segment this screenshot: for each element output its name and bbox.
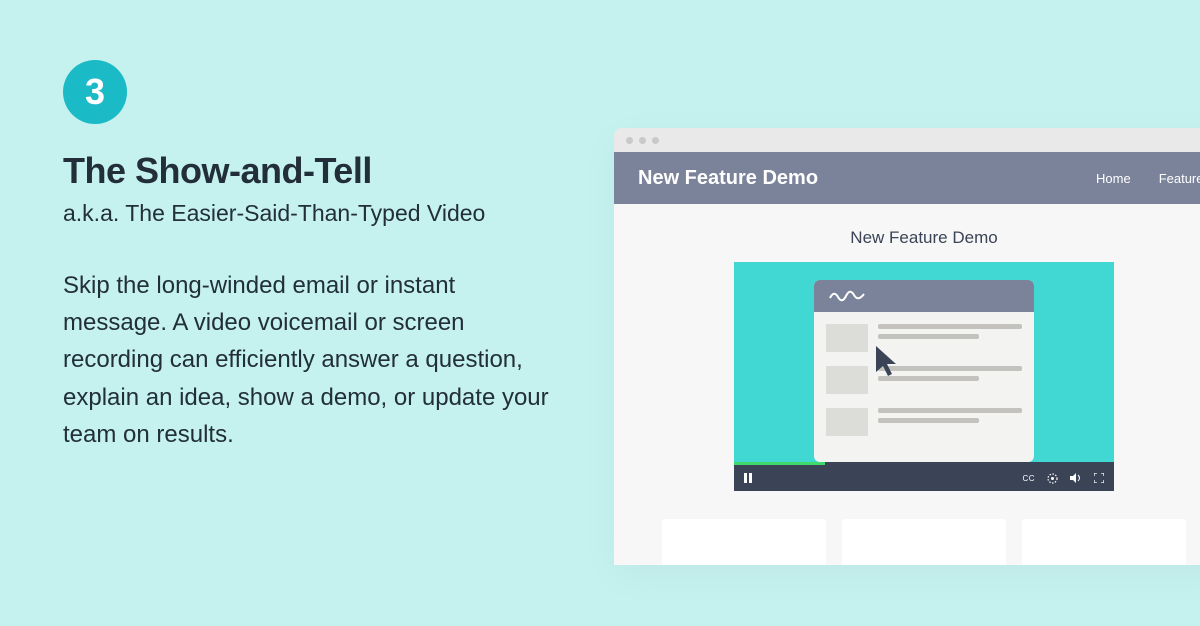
signature-squiggle-icon: [828, 288, 868, 304]
site-header: New Feature Demo Home Features: [614, 152, 1200, 204]
traffic-dot-red: [626, 137, 633, 144]
number-badge: 3: [63, 60, 127, 124]
browser-mockup: New Feature Demo Home Features New Featu…: [614, 128, 1200, 565]
cc-icon[interactable]: CC: [1022, 474, 1035, 483]
card-placeholder: [662, 519, 826, 565]
text-line: [878, 324, 1022, 329]
video-progress-fill: [734, 462, 825, 465]
list-item: [826, 324, 1022, 352]
video-controls: CC: [734, 465, 1114, 491]
text-line: [878, 334, 979, 339]
card-placeholder: [1022, 519, 1186, 565]
header-nav: Home Features: [1096, 171, 1200, 186]
volume-icon[interactable]: [1070, 473, 1082, 483]
page-heading: New Feature Demo: [850, 228, 997, 248]
text-lines: [878, 324, 1022, 339]
text-line: [878, 408, 1022, 413]
nav-home[interactable]: Home: [1096, 171, 1131, 186]
thumbnail-placeholder: [826, 366, 868, 394]
video-player[interactable]: CC: [734, 262, 1114, 491]
thumbnail-placeholder: [826, 324, 868, 352]
content-panel: 3 The Show-and-Tell a.k.a. The Easier-Sa…: [63, 60, 553, 453]
fullscreen-icon[interactable]: [1094, 473, 1104, 483]
header-title: New Feature Demo: [638, 167, 818, 190]
traffic-dot-green: [652, 137, 659, 144]
text-lines: [878, 408, 1022, 423]
browser-chrome: [614, 128, 1200, 152]
video-content-panel: [814, 280, 1034, 462]
pause-icon[interactable]: [744, 473, 752, 483]
nav-features[interactable]: Features: [1159, 171, 1200, 186]
card-placeholder: [842, 519, 1006, 565]
list-item: [826, 366, 1022, 394]
text-line: [878, 418, 979, 423]
traffic-dot-yellow: [639, 137, 646, 144]
section-title: The Show-and-Tell: [63, 150, 553, 192]
badge-number: 3: [85, 71, 105, 113]
page-body: New Feature Demo: [614, 204, 1200, 565]
cards-row: [662, 519, 1186, 565]
video-progress-bar[interactable]: [734, 462, 1114, 465]
thumbnail-placeholder: [826, 408, 868, 436]
panel-header: [814, 280, 1034, 312]
list-item: [826, 408, 1022, 436]
section-subtitle: a.k.a. The Easier-Said-Than-Typed Video: [63, 200, 553, 227]
settings-icon[interactable]: [1047, 473, 1058, 484]
cursor-icon: [874, 344, 904, 380]
section-body: Skip the long-winded email or instant me…: [63, 267, 553, 453]
panel-body: [814, 312, 1034, 462]
